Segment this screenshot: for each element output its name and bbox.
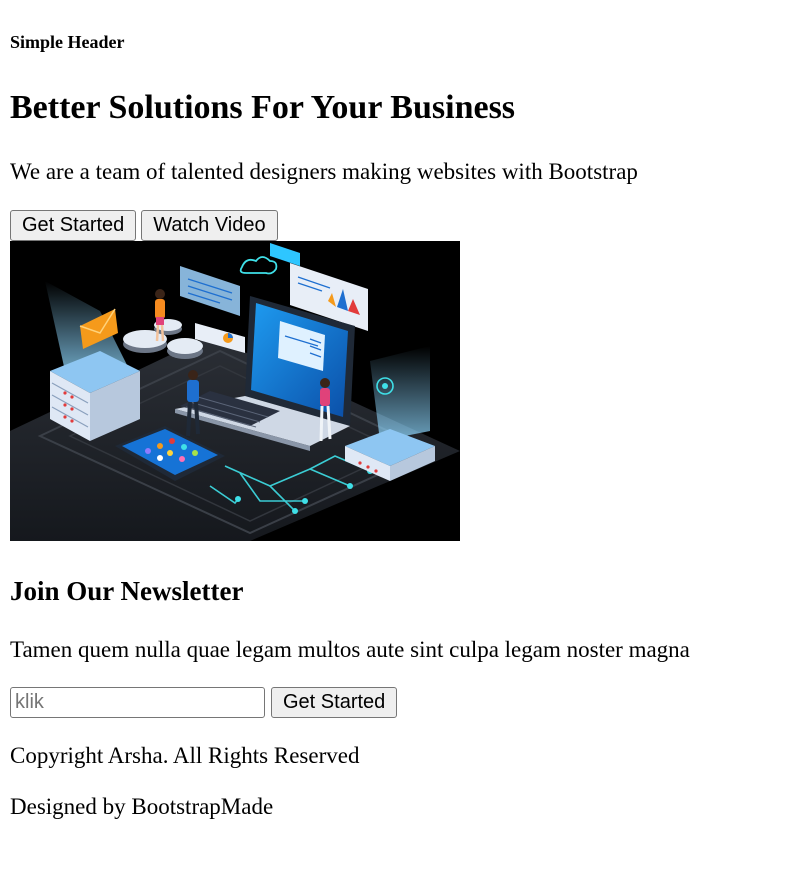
newsletter-subtitle: Tamen quem nulla quae legam multos aute … — [10, 637, 690, 662]
cloud-icon — [239, 256, 278, 275]
newsletter-submit-button[interactable]: Get Started — [271, 687, 398, 718]
newsletter-email-input[interactable] — [10, 687, 265, 718]
get-started-button[interactable]: Get Started — [10, 210, 137, 241]
watch-video-button[interactable]: Watch Video — [141, 210, 278, 241]
header-title: Simple Header — [10, 32, 125, 52]
hero-illustration — [10, 241, 460, 541]
hero-subtitle: We are a team of talented designers maki… — [10, 159, 638, 184]
newsletter-title: Join Our Newsletter — [10, 576, 244, 606]
footer-copyright: Copyright Arsha. All Rights Reserved — [10, 743, 360, 768]
datacenter-illustration-icon — [10, 243, 460, 541]
hero-title: Better Solutions For Your Business — [10, 89, 516, 126]
newsletter-form: Get Started — [10, 687, 398, 718]
hero-actions: Get Started Watch Video — [10, 210, 278, 241]
footer-credits: Designed by BootstrapMade — [10, 794, 274, 819]
